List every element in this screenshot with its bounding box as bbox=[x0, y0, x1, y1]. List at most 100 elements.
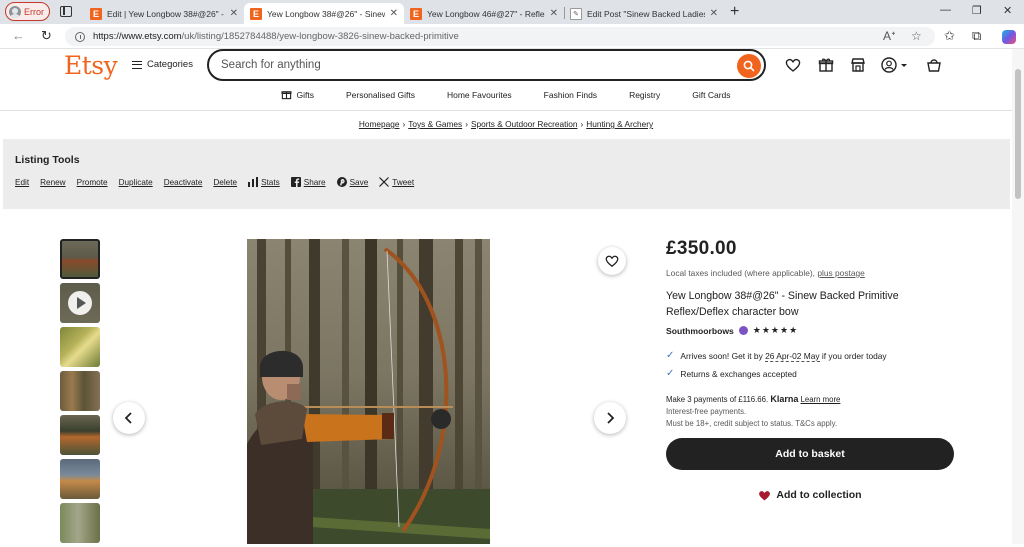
stats-label: Stats bbox=[261, 177, 280, 187]
thumbnail-image[interactable] bbox=[60, 459, 100, 499]
scrollbar-thumb[interactable] bbox=[1015, 69, 1021, 199]
profile-button[interactable]: Error bbox=[5, 2, 50, 21]
nav-personalised-gifts[interactable]: Personalised Gifts bbox=[330, 89, 431, 100]
close-icon[interactable]: ✕ bbox=[710, 8, 718, 19]
nav-gift-cards[interactable]: Gift Cards bbox=[676, 89, 746, 100]
thumbnail-image[interactable] bbox=[60, 371, 100, 411]
nav-registry[interactable]: Registry bbox=[613, 89, 676, 100]
klarna-learn-more-link[interactable]: Learn more bbox=[801, 395, 841, 404]
breadcrumb-separator: › bbox=[465, 119, 468, 129]
heart-filled-icon bbox=[759, 490, 771, 500]
duplicate-link[interactable]: Duplicate bbox=[119, 178, 153, 187]
stats-link[interactable]: Stats bbox=[248, 177, 280, 187]
favorites-icon[interactable]: ✩ bbox=[944, 28, 955, 44]
check-icon: ✓ bbox=[666, 350, 675, 361]
nav-label: Gift Cards bbox=[692, 89, 731, 100]
back-arrow-icon[interactable]: ← bbox=[12, 28, 25, 43]
nav-label: Gifts bbox=[296, 89, 314, 100]
thumbnail-image[interactable] bbox=[60, 415, 100, 455]
tab-edit-listing[interactable]: E Edit | Yew Longbow 38#@26" - Si ✕ bbox=[84, 3, 244, 24]
price: £350.00 bbox=[666, 238, 737, 259]
favorite-star-icon[interactable]: ☆ bbox=[911, 29, 922, 43]
maximize-icon[interactable]: ❐ bbox=[972, 4, 982, 17]
listing-tools-actions: Edit Renew Promote Duplicate Deactivate … bbox=[15, 177, 414, 187]
delivery-estimate: ✓ Arrives soon! Get it by 26 Apr-02 May … bbox=[666, 350, 956, 362]
rating-stars[interactable]: ★★★★★ bbox=[753, 325, 798, 336]
breadcrumb-sports[interactable]: Sports & Outdoor Recreation bbox=[471, 119, 578, 129]
nav-fashion-finds[interactable]: Fashion Finds bbox=[528, 89, 613, 100]
tweet-link[interactable]: Tweet bbox=[379, 177, 414, 187]
thumbnail-image[interactable] bbox=[60, 327, 100, 367]
renew-link[interactable]: Renew bbox=[40, 178, 66, 187]
new-tab-button[interactable]: + bbox=[730, 3, 739, 21]
heart-icon[interactable] bbox=[785, 57, 801, 73]
deactivate-link[interactable]: Deactivate bbox=[164, 178, 203, 187]
search-input[interactable]: Search for anything bbox=[207, 49, 766, 81]
url-field[interactable]: https://www.etsy.com/uk/listing/18527844… bbox=[65, 27, 935, 46]
check-icon: ✓ bbox=[666, 368, 675, 379]
tab-title: Yew Longbow 46#@27" - Reflex/D bbox=[427, 8, 545, 19]
gift-icon[interactable] bbox=[818, 57, 834, 73]
copilot-icon[interactable] bbox=[1002, 30, 1016, 44]
tab-listing-46[interactable]: E Yew Longbow 46#@27" - Reflex/D ✕ bbox=[404, 3, 564, 24]
basket-icon[interactable] bbox=[926, 57, 942, 73]
previous-image-button[interactable] bbox=[113, 402, 145, 434]
read-aloud-icon[interactable]: Aᐩ bbox=[883, 29, 896, 43]
listing-tools-title: Listing Tools bbox=[15, 154, 80, 166]
tab-listing-active[interactable]: E Yew Longbow 38#@26" - Sinew B ✕ bbox=[244, 3, 404, 24]
close-icon[interactable]: ✕ bbox=[230, 8, 238, 19]
search-button[interactable] bbox=[737, 54, 761, 78]
address-bar-row: ← ↻ https://www.etsy.com/uk/listing/1852… bbox=[0, 24, 1024, 49]
breadcrumb-separator: › bbox=[402, 119, 406, 129]
edit-link[interactable]: Edit bbox=[15, 178, 29, 187]
next-image-button[interactable] bbox=[594, 402, 626, 434]
nav-home-favourites[interactable]: Home Favourites bbox=[431, 89, 528, 100]
page-scrollbar[interactable] bbox=[1012, 49, 1024, 544]
refresh-icon[interactable]: ↻ bbox=[41, 28, 52, 44]
klarna-note-2: Must be 18+, credit subject to status. T… bbox=[666, 419, 838, 428]
arrival-dates[interactable]: 26 Apr-02 May bbox=[765, 350, 820, 362]
delivery-text: Arrives soon! Get it by 26 Apr-02 May if… bbox=[680, 350, 887, 362]
save-link[interactable]: Save bbox=[336, 177, 368, 187]
nav-label: Registry bbox=[629, 89, 661, 100]
breadcrumb-toys-games[interactable]: Toys & Games bbox=[408, 119, 462, 129]
add-to-basket-button[interactable]: Add to basket bbox=[666, 438, 954, 470]
promote-link[interactable]: Promote bbox=[77, 178, 108, 187]
shop-name[interactable]: Southmoorbows bbox=[666, 326, 734, 336]
breadcrumb: Homepage › Toys & Games › Sports & Outdoor R… bbox=[0, 119, 1012, 129]
close-icon[interactable]: ✕ bbox=[550, 8, 558, 19]
categories-button[interactable]: Categories bbox=[132, 59, 193, 70]
play-icon bbox=[68, 291, 92, 315]
listing-tools-panel: Listing Tools Edit Renew Promote Duplica… bbox=[3, 139, 1010, 209]
site-info-icon[interactable] bbox=[75, 31, 85, 42]
minimize-icon[interactable]: — bbox=[940, 4, 951, 16]
tab-title: Edit Post "Sinew Backed Ladies R bbox=[587, 8, 705, 19]
nav-gifts[interactable]: Gifts bbox=[265, 89, 329, 100]
delete-link[interactable]: Delete bbox=[213, 178, 237, 187]
window-close-icon[interactable]: ✕ bbox=[1003, 4, 1012, 17]
tab-actions-icon[interactable] bbox=[60, 6, 72, 17]
tab-edit-post[interactable]: ✎ Edit Post "Sinew Backed Ladies R ✕ bbox=[564, 3, 724, 24]
postage-link[interactable]: plus postage bbox=[817, 268, 865, 278]
thumbnail-image[interactable] bbox=[60, 239, 100, 279]
main-product-image[interactable] bbox=[247, 239, 490, 544]
favourite-button[interactable] bbox=[598, 247, 626, 275]
add-to-collection-button[interactable]: Add to collection bbox=[666, 486, 954, 504]
heart-outline-icon bbox=[605, 255, 619, 268]
thumbnail-image[interactable] bbox=[60, 503, 100, 543]
category-nav: Gifts Personalised Gifts Home Favourites… bbox=[0, 89, 1012, 100]
account-avatar-icon[interactable] bbox=[881, 57, 907, 73]
chevron-left-icon bbox=[124, 412, 132, 424]
breadcrumb-homepage[interactable]: Homepage bbox=[359, 119, 400, 129]
site-header: Etsy Categories Search for anything Gift… bbox=[0, 49, 1012, 111]
close-icon[interactable]: ✕ bbox=[390, 8, 398, 19]
product-info: £350.00 Local taxes included (where appl… bbox=[666, 238, 956, 428]
share-link[interactable]: Share bbox=[290, 177, 326, 187]
shop-icon[interactable] bbox=[850, 57, 866, 73]
klarna-note-1: Interest-free payments. bbox=[666, 407, 747, 416]
etsy-logo[interactable]: Etsy bbox=[64, 51, 118, 80]
product-title: Yew Longbow 38#@26" - Sinew Backed Primi… bbox=[666, 290, 899, 318]
collections-icon[interactable]: ⧉ bbox=[972, 28, 981, 44]
breadcrumb-hunting[interactable]: Hunting & Archery bbox=[586, 119, 653, 129]
thumbnail-video[interactable] bbox=[60, 283, 100, 323]
